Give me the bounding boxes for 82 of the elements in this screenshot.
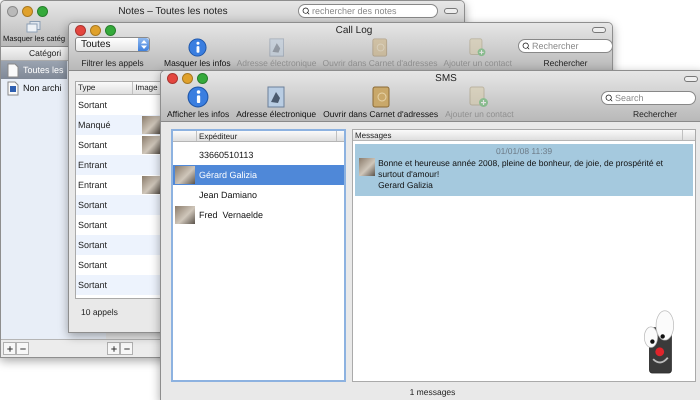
minimize-button[interactable] [90, 24, 101, 36]
minimize-button[interactable] [182, 73, 193, 84]
sender-row[interactable]: Fred Vernaelde [173, 205, 344, 225]
table-row[interactable]: Sortant [76, 275, 163, 295]
search-field[interactable]: Search [601, 91, 696, 105]
plus-icon [6, 344, 14, 352]
sender-name: Gérard Galizia [198, 170, 258, 180]
table-cell-text: Entrant [77, 180, 108, 190]
search-label: Rechercher [544, 58, 588, 68]
zoom-button[interactable] [37, 6, 48, 16]
add-contact-icon [469, 86, 490, 108]
remove-button[interactable] [120, 342, 133, 355]
search-icon [302, 7, 310, 15]
toolbar-toggle-button[interactable] [684, 76, 698, 82]
stamp-icon [267, 86, 286, 108]
close-button[interactable] [75, 24, 86, 36]
zoom-button[interactable] [197, 73, 208, 84]
info-icon [188, 38, 207, 57]
toolbar-button[interactable]: Masquer les infos [164, 38, 231, 68]
sender-name: Jean Damiano [198, 190, 258, 200]
info-icon [187, 86, 210, 108]
filter-label: Filtrer les appels [81, 58, 144, 68]
remove-button[interactable] [16, 342, 29, 355]
message-date: 01/01/08 11:39 [496, 146, 552, 156]
sidebar-item[interactable]: Non archi [1, 79, 67, 97]
minimize-button[interactable] [22, 6, 33, 16]
table-row[interactable]: Sortant [76, 135, 163, 155]
search-icon [522, 42, 530, 50]
book-icon [372, 86, 390, 108]
add-contact-icon [469, 38, 486, 57]
document-icon [7, 62, 19, 78]
search-icon [605, 94, 613, 102]
table-cell-text: Sortant [77, 240, 108, 250]
status-text: 10 appels [80, 306, 119, 319]
toolbar-button[interactable]: Ouvrir dans Carnet d'adresses [323, 86, 438, 119]
table-row[interactable]: Entrant [76, 155, 163, 175]
toolbar-toggle-button[interactable] [592, 27, 606, 33]
unknown-document-icon [7, 80, 19, 96]
add-button[interactable] [107, 342, 120, 355]
search-field[interactable]: rechercher des notes [298, 4, 438, 18]
sender-row[interactable]: Gérard Galizia [173, 165, 344, 185]
stacked-pages-icon [26, 21, 42, 33]
column-header: Expéditeur [197, 131, 337, 141]
sender-name: 33660510113 [198, 150, 254, 160]
message-sender: Gerard Galizia [378, 180, 434, 191]
close-button[interactable] [167, 73, 178, 84]
toolbar-toggle-button[interactable] [444, 8, 458, 14]
search-label: Rechercher [633, 109, 677, 119]
table-cell-text: Sortant [77, 200, 108, 210]
window-title: SMS [434, 73, 458, 84]
toolbar-button[interactable]: Afficher les infos [167, 86, 230, 119]
table-cell-text: Entrant [77, 160, 108, 170]
sender-name: Fred Vernaelde [198, 210, 264, 220]
plus-icon [110, 344, 118, 352]
table-row[interactable]: Sortant [76, 235, 163, 255]
column-header: Messages [353, 130, 683, 140]
message-card[interactable]: 01/01/08 11:39 Bonne et heureuse année 2008, pleine de bonheur, de joie, de prospérité et surtout d'amour! Gerard Galizia [355, 144, 693, 196]
status-text: 1 messages [408, 386, 456, 399]
zoom-button[interactable] [105, 24, 116, 36]
book-icon [372, 38, 388, 57]
window-title: Call Log [334, 24, 374, 36]
table-cell-text: Sortant [77, 280, 108, 290]
toolbar-button[interactable]: Adresse électronique [236, 86, 316, 119]
sender-row[interactable]: 33660510113 [173, 145, 344, 165]
table-cell-text: Sortant [77, 260, 108, 270]
search-field[interactable]: Rechercher [518, 39, 612, 53]
table-cell-text: Sortant [77, 100, 108, 110]
table-cell-text: Manqué [77, 120, 112, 130]
stamp-icon [268, 38, 284, 57]
table-row[interactable]: Manqué [76, 115, 163, 135]
close-button[interactable] [7, 6, 18, 16]
message-text: Bonne et heureuse année 2008, pleine de bonheur, de joie, de prospérité et surtout d'amour! [378, 158, 664, 180]
window-title: Notes – Toutes les notes [117, 6, 229, 16]
table-row[interactable]: Sortant [76, 195, 163, 215]
add-button[interactable] [3, 342, 16, 355]
stepper-arrows-icon [140, 40, 146, 49]
table-row[interactable]: Entrant [76, 175, 163, 195]
sender-row[interactable]: Jean Damiano [173, 185, 344, 205]
column-header: Type [76, 82, 134, 94]
table-cell-text: Sortant [77, 220, 108, 230]
table-cell-text: Sortant [77, 140, 108, 150]
filter-dropdown[interactable]: Toutes [75, 37, 150, 52]
